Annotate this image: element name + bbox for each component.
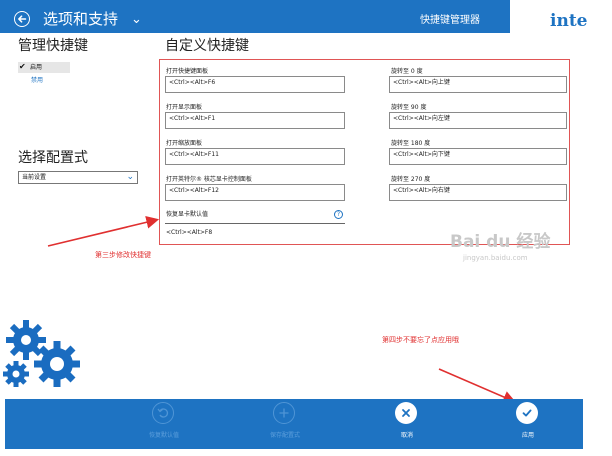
save-profile-label: 保存配置式 [269, 432, 300, 439]
gear-icon [3, 361, 29, 387]
watermark-url: jingyan.baidu.com [463, 254, 528, 262]
bottom-action-bar: 恢复默认值 保存配置式 取消 应用 [5, 399, 583, 449]
apply-button[interactable]: 应用 [493, 399, 563, 449]
restore-defaults-button[interactable]: 恢复默认值 [129, 399, 199, 449]
close-icon [395, 402, 417, 424]
cancel-button[interactable]: 取消 [372, 399, 442, 449]
save-profile-button[interactable]: 保存配置式 [250, 399, 320, 449]
checkmark-icon [516, 402, 538, 424]
step4-arrow [438, 368, 516, 404]
gear-icon [6, 320, 46, 360]
gear-icon [34, 341, 80, 387]
cancel-label: 取消 [400, 432, 413, 439]
gears-decoration [3, 320, 80, 387]
plus-icon [273, 402, 295, 424]
step3-arrow [47, 216, 160, 247]
restore-defaults-label: 恢复默认值 [148, 432, 179, 439]
step4-annotation: 第四步不要忘了点应用哦 [382, 336, 459, 344]
step3-annotation: 第三步修改快捷键 [95, 251, 151, 259]
undo-icon [152, 402, 174, 424]
apply-label: 应用 [521, 432, 534, 439]
watermark-logo: Bai du 经验 [450, 232, 551, 252]
